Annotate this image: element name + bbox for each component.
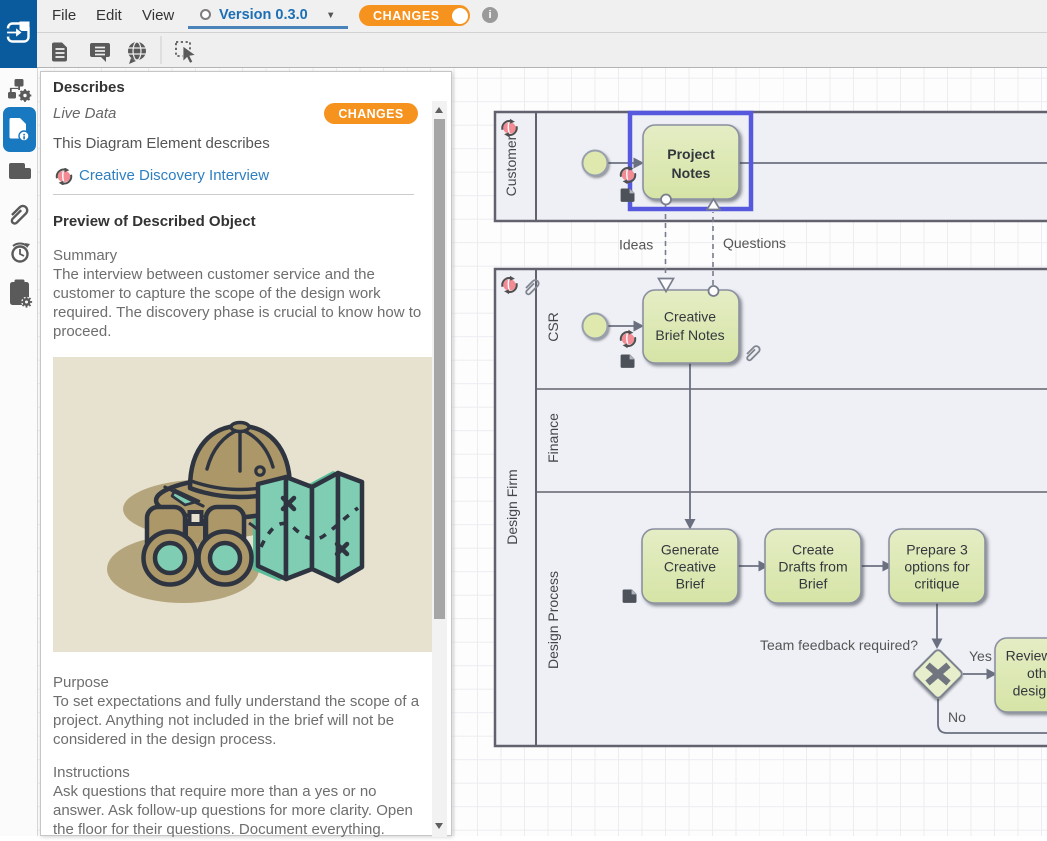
svg-text:options for: options for (904, 559, 970, 575)
svg-text:Ideas: Ideas (619, 237, 653, 253)
svg-text:Brief: Brief (799, 576, 828, 592)
svg-text:Design Process: Design Process (545, 571, 561, 669)
svg-text:Create: Create (792, 542, 834, 558)
svg-text:designers: designers (1013, 683, 1047, 699)
svg-text:Review with: Review with (1006, 648, 1047, 664)
svg-text:Notes: Notes (672, 165, 711, 181)
svg-text:No: No (948, 709, 966, 725)
svg-text:critique: critique (914, 576, 959, 592)
svg-text:Questions: Questions (723, 235, 786, 251)
svg-text:Finance: Finance (545, 413, 561, 463)
svg-text:Prepare 3: Prepare 3 (906, 542, 968, 558)
svg-text:Brief Notes: Brief Notes (655, 327, 724, 343)
svg-text:Brief: Brief (676, 576, 705, 592)
svg-text:Design Firm: Design Firm (504, 469, 520, 544)
svg-text:CSR: CSR (545, 312, 561, 342)
svg-text:Drafts from: Drafts from (778, 559, 847, 575)
svg-text:Project: Project (667, 146, 715, 162)
svg-text:Team feedback required?: Team feedback required? (760, 637, 918, 653)
svg-text:Creative: Creative (664, 309, 716, 325)
svg-text:other: other (1027, 665, 1047, 681)
svg-text:Customer: Customer (503, 135, 519, 196)
svg-text:Yes: Yes (969, 648, 992, 664)
svg-text:Creative: Creative (664, 559, 716, 575)
svg-text:Generate: Generate (661, 542, 720, 558)
